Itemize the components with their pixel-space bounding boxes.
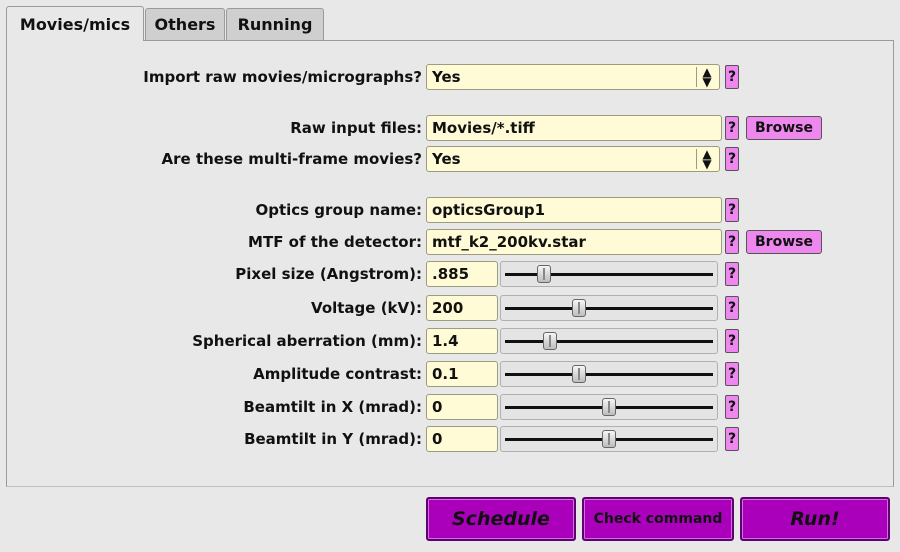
optics-group-label: Optics group name: (255, 201, 422, 219)
multi-frame-select[interactable]: Yes ▲ ▼ (426, 146, 720, 172)
pixel-size-field[interactable]: .885 (426, 261, 498, 287)
slider-thumb[interactable] (602, 398, 616, 416)
cs-label: Spherical aberration (mm): (192, 332, 422, 350)
amp-contrast-field[interactable]: 0.1 (426, 361, 498, 387)
amp-contrast-slider[interactable] (500, 361, 718, 387)
raw-input-field[interactable]: Movies/*.tiff (426, 115, 722, 141)
import-raw-select[interactable]: Yes ▲ ▼ (426, 64, 720, 90)
cs-field[interactable]: 1.4 (426, 328, 498, 354)
optics-group-field[interactable]: opticsGroup1 (426, 197, 722, 223)
raw-input-browse-button[interactable]: Browse (746, 116, 822, 140)
import-raw-label: Import raw movies/micrographs? (143, 68, 422, 86)
updown-arrows-icon: ▲ ▼ (696, 66, 717, 88)
voltage-field[interactable]: 200 (426, 295, 498, 321)
slider-thumb[interactable] (602, 430, 616, 448)
beamtilt-y-help-button[interactable]: ? (725, 427, 739, 451)
voltage-help-button[interactable]: ? (725, 296, 739, 320)
tab-bar: Movies/mics Others Running (0, 0, 900, 42)
run-button[interactable]: Run! (740, 497, 890, 541)
beamtilt-y-label: Beamtilt in Y (mrad): (244, 430, 422, 448)
multi-frame-help-button[interactable]: ? (725, 147, 739, 171)
cs-help-button[interactable]: ? (725, 329, 739, 353)
slider-thumb[interactable] (543, 332, 557, 350)
amp-contrast-label: Amplitude contrast: (253, 365, 422, 383)
beamtilt-x-label: Beamtilt in X (mrad): (243, 398, 422, 416)
raw-input-help-button[interactable]: ? (725, 116, 739, 140)
mtf-field[interactable]: mtf_k2_200kv.star (426, 229, 722, 255)
pixel-size-label: Pixel size (Angstrom): (235, 265, 422, 283)
updown-arrows-icon: ▲ ▼ (696, 148, 717, 170)
tab-running[interactable]: Running (226, 8, 324, 40)
slider-thumb[interactable] (572, 299, 586, 317)
multi-frame-value: Yes (432, 150, 461, 168)
voltage-slider[interactable] (500, 295, 718, 321)
slider-thumb[interactable] (572, 365, 586, 383)
import-raw-value: Yes (432, 68, 461, 86)
check-command-button[interactable]: Check command (582, 497, 734, 541)
optics-group-help-button[interactable]: ? (725, 198, 739, 222)
voltage-label: Voltage (kV): (311, 299, 422, 317)
beamtilt-x-slider[interactable] (500, 394, 718, 420)
beamtilt-x-field[interactable]: 0 (426, 394, 498, 420)
mtf-browse-button[interactable]: Browse (746, 230, 822, 254)
beamtilt-y-slider[interactable] (500, 426, 718, 452)
schedule-button[interactable]: Schedule (426, 497, 576, 541)
slider-thumb[interactable] (537, 265, 551, 283)
raw-input-label: Raw input files: (290, 119, 422, 137)
pixel-size-slider[interactable] (500, 261, 718, 287)
beamtilt-x-help-button[interactable]: ? (725, 395, 739, 419)
tab-movies-mics[interactable]: Movies/mics (6, 6, 144, 41)
cs-slider[interactable] (500, 328, 718, 354)
multi-frame-label: Are these multi-frame movies? (161, 150, 422, 168)
import-raw-help-button[interactable]: ? (725, 65, 739, 89)
beamtilt-y-field[interactable]: 0 (426, 426, 498, 452)
mtf-help-button[interactable]: ? (725, 230, 739, 254)
amp-contrast-help-button[interactable]: ? (725, 362, 739, 386)
pixel-size-help-button[interactable]: ? (725, 262, 739, 286)
mtf-label: MTF of the detector: (248, 233, 422, 251)
tab-others[interactable]: Others (145, 8, 225, 40)
